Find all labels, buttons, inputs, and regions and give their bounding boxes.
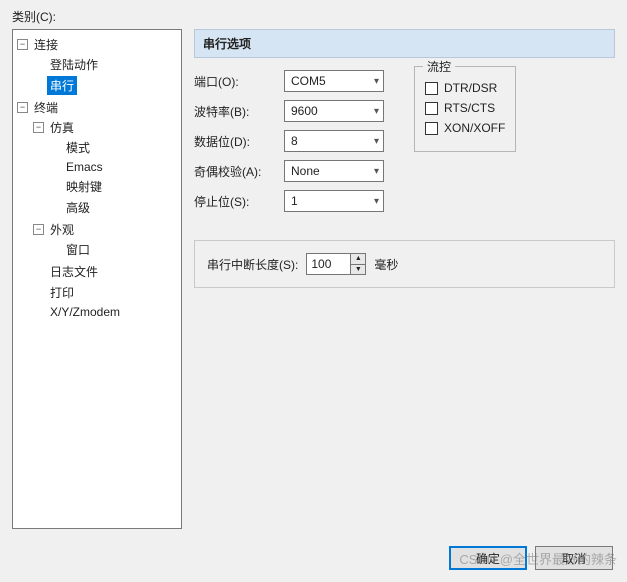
- serial-break-group: 串行中断长度(S): 100 ▲ ▼ 毫秒: [194, 240, 615, 288]
- baud-select[interactable]: 9600▾: [284, 100, 384, 122]
- parity-select[interactable]: None▾: [284, 160, 384, 182]
- ok-button[interactable]: 确定: [449, 546, 527, 570]
- tree-node-emacs[interactable]: Emacs: [47, 159, 181, 175]
- tree-node-terminal[interactable]: − 终端: [15, 98, 181, 117]
- break-length-label: 串行中断长度(S):: [207, 256, 298, 273]
- panel-title: 串行选项: [194, 29, 615, 58]
- tree-node-emulation[interactable]: − 仿真: [31, 118, 181, 137]
- main-area: − 连接 登陆动作 串行 − 终端: [12, 29, 615, 574]
- spinner-down-icon[interactable]: ▼: [351, 265, 365, 275]
- checkbox-icon: [425, 82, 438, 95]
- break-length-unit: 毫秒: [374, 256, 398, 273]
- stop-bits-select[interactable]: 1▾: [284, 190, 384, 212]
- collapse-icon[interactable]: −: [17, 39, 28, 50]
- checkbox-icon: [425, 102, 438, 115]
- tree-node-mode[interactable]: 模式: [47, 138, 181, 157]
- baud-label: 波特率(B):: [194, 103, 284, 120]
- tree-node-print[interactable]: 打印: [31, 283, 181, 302]
- serial-options-panel: 串行选项 端口(O): COM5▾ 波特率(B): 9600▾ 数据位(D): …: [194, 29, 615, 574]
- rts-cts-checkbox[interactable]: RTS/CTS: [425, 101, 505, 115]
- tree-node-advanced[interactable]: 高级: [47, 198, 181, 217]
- tree-node-xyz[interactable]: X/Y/Zmodem: [31, 304, 181, 320]
- port-select[interactable]: COM5▾: [284, 70, 384, 92]
- category-tree[interactable]: − 连接 登陆动作 串行 − 终端: [12, 29, 182, 529]
- dialog-buttons: 确定 取消: [449, 546, 613, 570]
- collapse-icon[interactable]: −: [17, 102, 28, 113]
- data-bits-label: 数据位(D):: [194, 133, 284, 150]
- flow-control-group: 流控 DTR/DSR RTS/CTS XON/XOFF: [414, 66, 516, 152]
- category-label: 类别(C):: [12, 8, 615, 25]
- dtr-dsr-checkbox[interactable]: DTR/DSR: [425, 81, 505, 95]
- chevron-down-icon: ▾: [374, 136, 379, 147]
- tree-node-connection[interactable]: − 连接: [15, 35, 181, 54]
- collapse-icon[interactable]: −: [33, 224, 44, 235]
- tree-node-mapped-keys[interactable]: 映射键: [47, 177, 181, 196]
- flow-control-legend: 流控: [423, 58, 455, 75]
- xon-xoff-checkbox[interactable]: XON/XOFF: [425, 121, 505, 135]
- stop-bits-label: 停止位(S):: [194, 193, 284, 210]
- tree-node-log-file[interactable]: 日志文件: [31, 262, 181, 281]
- checkbox-icon: [425, 122, 438, 135]
- form-area: 端口(O): COM5▾ 波特率(B): 9600▾ 数据位(D): 8▾ 奇偶…: [194, 70, 615, 212]
- collapse-icon[interactable]: −: [33, 122, 44, 133]
- data-bits-select[interactable]: 8▾: [284, 130, 384, 152]
- dialog-root: 类别(C): − 连接 登陆动作 串行: [0, 0, 627, 582]
- spinner-up-icon[interactable]: ▲: [351, 254, 365, 265]
- chevron-down-icon: ▾: [374, 196, 379, 207]
- chevron-down-icon: ▾: [374, 106, 379, 117]
- cancel-button[interactable]: 取消: [535, 546, 613, 570]
- tree-node-serial[interactable]: 串行: [31, 76, 181, 95]
- chevron-down-icon: ▾: [374, 76, 379, 87]
- break-length-input[interactable]: 100: [306, 253, 350, 275]
- parity-label: 奇偶校验(A):: [194, 163, 284, 180]
- break-length-spinner[interactable]: 100 ▲ ▼: [306, 253, 366, 275]
- serial-form: 端口(O): COM5▾ 波特率(B): 9600▾ 数据位(D): 8▾ 奇偶…: [194, 70, 394, 212]
- chevron-down-icon: ▾: [374, 166, 379, 177]
- tree-node-window[interactable]: 窗口: [47, 240, 181, 259]
- port-label: 端口(O):: [194, 73, 284, 90]
- tree-node-appearance[interactable]: − 外观: [31, 220, 181, 239]
- tree-node-login-actions[interactable]: 登陆动作: [31, 55, 181, 74]
